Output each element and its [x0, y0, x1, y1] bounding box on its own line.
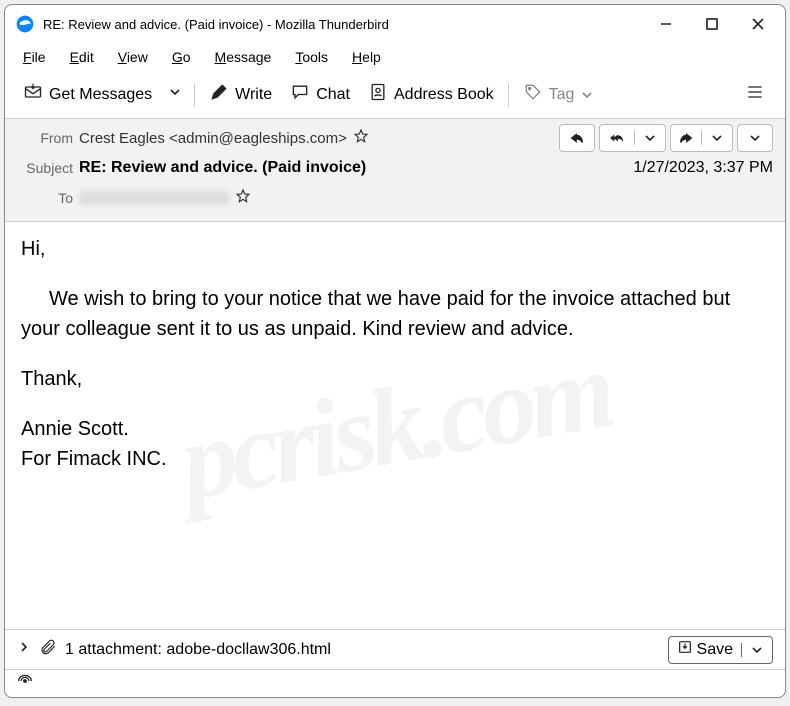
separator	[508, 83, 509, 107]
toolbar: Get Messages Write Chat Address Book Tag	[5, 71, 785, 119]
address-book-icon	[368, 82, 388, 107]
menu-edit[interactable]: Edit	[60, 47, 104, 67]
tag-button[interactable]: Tag	[515, 78, 603, 111]
forward-button[interactable]	[670, 124, 733, 152]
expand-attachments-icon[interactable]	[17, 640, 31, 659]
pencil-icon	[209, 82, 229, 107]
activity-icon[interactable]	[15, 673, 35, 694]
write-label: Write	[235, 86, 272, 104]
menu-view[interactable]: View	[108, 47, 158, 67]
menu-tools[interactable]: Tools	[285, 47, 338, 67]
more-actions-button[interactable]	[737, 124, 773, 152]
star-contact-icon[interactable]	[353, 128, 369, 148]
download-icon	[23, 82, 43, 107]
paperclip-icon	[39, 638, 57, 661]
chevron-down-icon	[580, 88, 594, 102]
subject-value: RE: Review and advice. (Paid invoice)	[79, 159, 366, 177]
save-icon	[677, 639, 693, 660]
body-sig-name: Annie Scott.	[21, 414, 769, 444]
menu-file[interactable]: File	[13, 47, 56, 67]
message-headers: From Crest Eagles <admin@eagleships.com>…	[5, 119, 785, 222]
from-value[interactable]: Crest Eagles <admin@eagleships.com>	[79, 130, 347, 147]
subject-label: Subject	[17, 160, 73, 176]
thunderbird-icon	[15, 14, 35, 34]
get-messages-label: Get Messages	[49, 86, 152, 104]
close-button[interactable]	[735, 5, 781, 43]
window-title: RE: Review and advice. (Paid invoice) - …	[43, 17, 389, 32]
star-recipient-icon[interactable]	[235, 188, 251, 208]
body-greeting: Hi,	[21, 234, 769, 264]
reply-all-button[interactable]	[599, 124, 666, 152]
app-menu-button[interactable]	[735, 78, 775, 111]
write-button[interactable]: Write	[201, 78, 280, 111]
chat-icon	[290, 82, 310, 107]
titlebar: RE: Review and advice. (Paid invoice) - …	[5, 5, 785, 43]
save-label: Save	[697, 641, 733, 659]
save-attachment-button[interactable]: Save	[668, 636, 773, 664]
body-sig-company: For Fimack INC.	[21, 444, 769, 474]
get-messages-button[interactable]: Get Messages	[15, 78, 160, 111]
to-label: To	[17, 190, 73, 206]
body-paragraph: We wish to bring to your notice that we …	[21, 284, 769, 344]
maximize-button[interactable]	[689, 5, 735, 43]
menu-message[interactable]: Message	[205, 47, 282, 67]
tag-label: Tag	[549, 86, 575, 104]
reply-all-dropdown[interactable]	[634, 131, 665, 145]
get-messages-dropdown[interactable]	[162, 81, 188, 108]
reply-toolbar	[559, 124, 773, 152]
message-body: pcrisk.com Hi, We wish to bring to your …	[5, 222, 785, 629]
to-value-redacted	[79, 191, 229, 205]
minimize-button[interactable]	[643, 5, 689, 43]
from-label: From	[17, 130, 73, 146]
chat-button[interactable]: Chat	[282, 78, 358, 111]
separator	[194, 83, 195, 107]
reply-button[interactable]	[559, 124, 595, 152]
menubar: File Edit View Go Message Tools Help	[5, 43, 785, 71]
menu-go[interactable]: Go	[162, 47, 201, 67]
app-window: RE: Review and advice. (Paid invoice) - …	[4, 4, 786, 698]
status-bar	[5, 669, 785, 697]
menu-help[interactable]: Help	[342, 47, 391, 67]
tag-icon	[523, 82, 543, 107]
save-dropdown[interactable]	[741, 643, 772, 657]
message-date: 1/27/2023, 3:37 PM	[633, 159, 773, 177]
body-thank: Thank,	[21, 364, 769, 394]
forward-dropdown[interactable]	[701, 131, 732, 145]
address-book-label: Address Book	[394, 86, 494, 104]
attachment-bar: 1 attachment: adobe-docllaw306.html Save	[5, 629, 785, 669]
attachment-summary[interactable]: 1 attachment: adobe-docllaw306.html	[65, 641, 331, 659]
address-book-button[interactable]: Address Book	[360, 78, 502, 111]
chat-label: Chat	[316, 86, 350, 104]
